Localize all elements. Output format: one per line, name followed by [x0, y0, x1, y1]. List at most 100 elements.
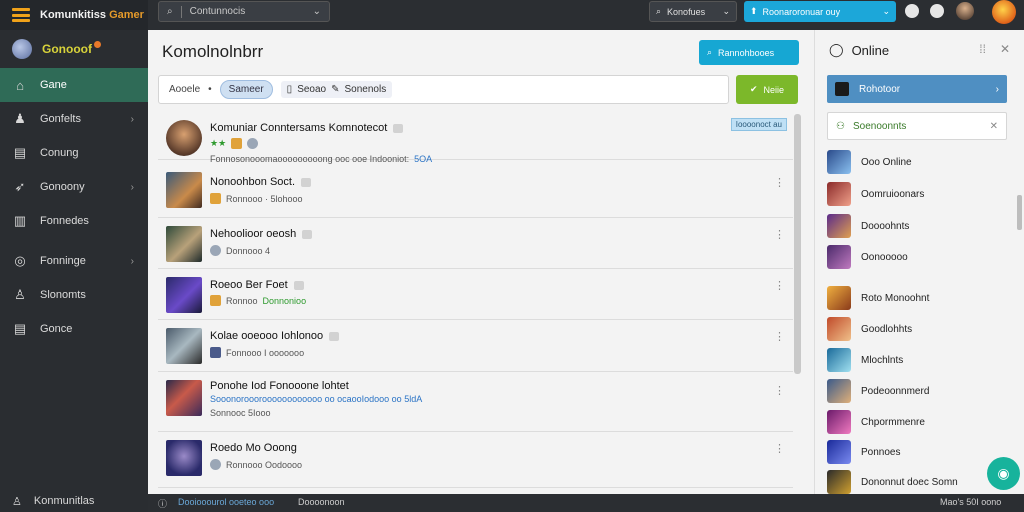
list-item[interactable]: Nehoolioor oeosh Donnooo 4 ⋮ — [158, 218, 793, 269]
list-item[interactable]: Ponohe Iod Fonooone lohtet Sooonoroooroo… — [158, 372, 793, 432]
top-bar: ⌕ Contunnocis ⌄ ⌕ Konofues ⌄ ⬆ Roonaroro… — [148, 0, 1024, 30]
sidebar-item-slonomts[interactable]: ♙ Slonomts — [0, 278, 148, 312]
more-options-icon[interactable]: ⋮ — [774, 279, 785, 292]
top-cta-button[interactable]: ⬆ Roonaroronuar ouy ⌄ — [744, 1, 896, 22]
sidebar-item-label: Fonninge — [40, 255, 86, 267]
post-meta-links[interactable]: Sooonoroooroooooooooooo oo ocaooIodooo o… — [210, 394, 422, 404]
brand-prefix: Komunkitiss — [40, 9, 107, 21]
badge-icon — [210, 193, 221, 204]
sidebar-item-gonoony[interactable]: ➶ Gonoony › — [0, 170, 148, 204]
more-options-icon[interactable]: ⋮ — [774, 228, 785, 241]
chevron-right-icon: › — [995, 83, 999, 95]
user-avatar — [827, 182, 851, 206]
star-rating: ★★ — [210, 138, 227, 148]
sidebar-item-fonninge[interactable]: ◎ Fonninge › — [0, 244, 148, 278]
chat-bubble-icon: ◉ — [997, 465, 1010, 481]
search-divider — [180, 5, 182, 18]
list-item[interactable]: Roedo Mo Ooong Ronnooo Oodoooo ⋮ — [158, 432, 793, 488]
search-icon: ⌕ — [656, 6, 662, 16]
sidebar-logo[interactable]: Gonooof — [0, 30, 148, 68]
search-input[interactable]: ⌕ Contunnocis ⌄ — [158, 1, 330, 22]
sidebar-item-label: Fonnedes — [40, 215, 89, 227]
tag-icon — [302, 229, 313, 239]
logo-avatar-icon — [12, 39, 32, 59]
online-user[interactable]: Ooo Online — [827, 150, 912, 174]
main-action-button[interactable]: ⌕ Rannohbooes — [699, 40, 799, 65]
shield-icon[interactable] — [905, 4, 919, 18]
user-avatar[interactable] — [956, 2, 974, 20]
online-user[interactable]: Ponnoes — [827, 440, 900, 464]
settings-icon[interactable] — [930, 4, 944, 18]
online-filter[interactable]: ⚇ Soenoonnts ✕ — [827, 112, 1007, 140]
list-scrollbar[interactable] — [794, 114, 801, 374]
list-item[interactable]: Komuniar Conntersams Komnotecot ★★ Fonno… — [158, 110, 793, 164]
clock-icon — [210, 459, 221, 470]
grid-icon[interactable]: ⁞⁞ — [979, 42, 986, 56]
online-user[interactable]: Mlochlnts — [827, 348, 903, 372]
selected-user[interactable]: Rohotoor › — [827, 75, 1007, 103]
user-avatar — [827, 379, 851, 403]
filter-bar: Aooele • Sameer ▯ Seoao ✎ Sonenols — [158, 75, 729, 104]
help-icon[interactable]: ⓘ — [158, 497, 167, 510]
online-user[interactable]: Roto Monoohnt — [827, 286, 929, 310]
badge-icon — [231, 138, 243, 149]
chevron-right-icon: › — [130, 113, 134, 125]
list-item[interactable]: Nonoohbon Soct. Ronnooo · 5lohooo ⋮ — [158, 166, 793, 218]
online-user[interactable]: Oonooooo — [827, 245, 908, 269]
online-user[interactable]: Doooohnts — [827, 214, 909, 238]
post-meta: Ronnooo · 5lohooo — [210, 193, 303, 204]
go-button[interactable]: ✔ Neiie — [736, 75, 798, 104]
close-icon[interactable]: ✕ — [1000, 42, 1010, 56]
online-user[interactable]: Podeoonnmerd — [827, 379, 929, 403]
status-right: Mao's 50I oono — [940, 497, 1002, 507]
more-options-icon[interactable]: ⋮ — [774, 442, 785, 455]
sidebar-item-fonnedes[interactable]: ▥ Fonnedes — [0, 204, 148, 238]
online-user[interactable]: Chpormmenre — [827, 410, 925, 434]
sidebar-item-gonfelts[interactable]: ♟ Gonfelts › — [0, 102, 148, 136]
sidebar-item-conung[interactable]: ▤ Conung — [0, 136, 148, 170]
post-meta: Ronnoo Donnonioo — [210, 295, 306, 306]
circle-icon: ◎ — [14, 253, 26, 268]
online-panel: ◯ Online ⁞⁞ ✕ Rohotoor › ⚇ Soenoonnts ✕ … — [814, 30, 1024, 494]
upload-icon: ⬆ — [750, 6, 758, 16]
online-user[interactable]: Goodlohhts — [827, 317, 912, 341]
online-user[interactable]: Oomruioonars — [827, 182, 924, 206]
user-avatar — [827, 440, 851, 464]
top-dropdown[interactable]: ⌕ Konofues ⌄ — [649, 1, 737, 22]
chat-fab-button[interactable]: ◉ — [987, 457, 1020, 490]
filter-chip-label: Seoao — [297, 84, 327, 95]
more-options-icon[interactable]: ⋮ — [774, 176, 785, 189]
filter-chip-active[interactable]: Sameer — [219, 80, 273, 99]
tag-icon — [301, 177, 312, 187]
check-icon: ✔ — [749, 84, 758, 94]
document-icon: ▯ — [286, 84, 293, 95]
filter-chip-label: Sonenols — [344, 84, 387, 95]
post-thumbnail — [166, 380, 202, 416]
user-avatar — [827, 470, 851, 494]
sidebar-item-gonce[interactable]: ▤ Gonce — [0, 312, 148, 346]
list-icon: ▤ — [13, 145, 27, 160]
sidebar-item-label: Gonoony — [40, 181, 85, 193]
online-user[interactable]: Dononnut doec Somn — [827, 470, 958, 494]
close-icon[interactable]: ✕ — [990, 121, 998, 132]
post-thumbnail — [166, 172, 202, 208]
post-title: Roeoo Ber Foet — [210, 279, 304, 291]
filter-chip-seoao[interactable]: ▯ Seoao ✎ Sonenols — [280, 81, 393, 98]
more-options-icon[interactable]: ⋮ — [774, 330, 785, 343]
logo-text: Gonooof — [42, 42, 92, 56]
person-icon: ♙ — [14, 287, 26, 302]
tag-icon — [329, 331, 340, 341]
user-avatar — [827, 317, 851, 341]
more-options-icon[interactable]: ⋮ — [774, 384, 785, 397]
rocket-icon: ➶ — [14, 179, 26, 194]
list-item[interactable]: Roeoo Ber Foet Ronnoo Donnonioo ⋮ — [158, 269, 793, 320]
panel-scrollbar[interactable] — [1017, 195, 1022, 230]
sidebar-item-gane[interactable]: ⌂ Gane — [0, 68, 148, 102]
status-left[interactable]: Dooiooourol ooeteo ooo — [178, 497, 274, 507]
profile-avatar[interactable] — [992, 0, 1016, 24]
hamburger-menu-icon[interactable] — [12, 8, 30, 22]
list-item[interactable]: Kolae ooeooo Iohlonoo Fonnooo I ooooooo … — [158, 320, 793, 372]
post-title: Nonoohbon Soct. — [210, 176, 312, 188]
sidebar-footer[interactable]: ♙ Konmunitlas — [0, 490, 148, 512]
chevron-right-icon: › — [130, 181, 134, 193]
